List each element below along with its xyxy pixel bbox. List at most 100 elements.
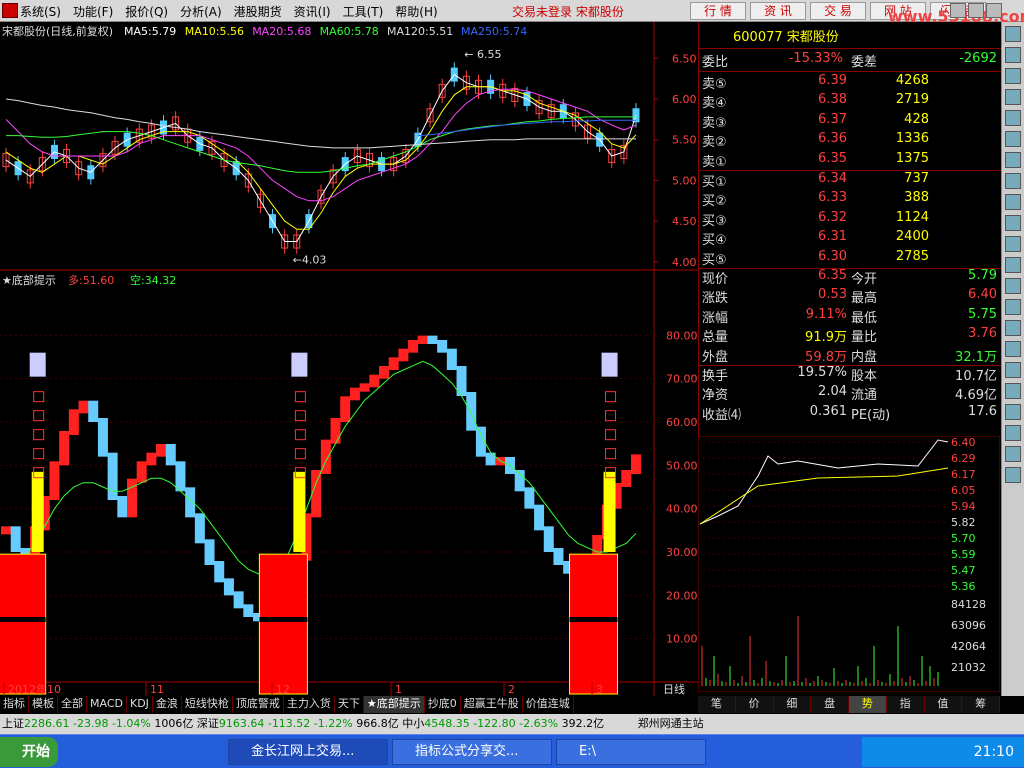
signal-yellow-bar — [603, 471, 616, 552]
tool-icon[interactable] — [1005, 425, 1021, 441]
right-panel-tabs: 笔价细盘势指值筹 — [698, 696, 1000, 713]
tool-icon[interactable] — [1005, 194, 1021, 210]
indicator-tab[interactable]: 短线快枪 — [182, 696, 233, 713]
right-tab[interactable]: 细 — [774, 696, 812, 713]
duo-bar — [78, 400, 89, 414]
menu-item[interactable]: 资讯(I) — [294, 3, 331, 20]
period-label: 日线 — [663, 682, 685, 696]
tool-icon[interactable] — [1005, 110, 1021, 126]
index-value: 2286.61 — [24, 717, 73, 730]
tool-icon[interactable] — [1005, 467, 1021, 483]
sell-vol: 1375 — [895, 150, 929, 166]
menu-item[interactable]: 工具(T) — [343, 3, 384, 20]
tool-icon[interactable] — [1005, 383, 1021, 399]
task-explorer[interactable]: E:\ — [556, 739, 706, 765]
price-y-tick-label: 6.00 — [672, 93, 697, 106]
menu-item[interactable]: 系统(S) — [20, 3, 61, 20]
tool-icon[interactable] — [1005, 362, 1021, 378]
buy-label: 买⑤ — [702, 252, 727, 268]
indicator-tab[interactable]: 金浪 — [153, 696, 182, 713]
tool-icon[interactable] — [1005, 47, 1021, 63]
menu-item[interactable]: 报价(Q) — [125, 3, 168, 20]
stat-label: 内盘 — [851, 349, 878, 365]
duo-bar — [311, 470, 322, 518]
tool-sidebar — [1001, 22, 1024, 696]
indicator-tab[interactable]: 模板 — [29, 696, 58, 713]
indicator-tab[interactable]: MACD — [87, 696, 127, 713]
tool-icon[interactable] — [1005, 446, 1021, 462]
app-logo-icon — [2, 3, 18, 18]
tool-icon[interactable] — [1005, 299, 1021, 315]
tool-icon[interactable] — [1005, 236, 1021, 252]
maximize-icon[interactable] — [968, 3, 984, 18]
mode-tab[interactable]: 资 讯 — [750, 2, 806, 20]
indicator-tab[interactable]: 指标 — [0, 696, 29, 713]
right-tab[interactable]: 盘 — [811, 696, 849, 713]
indicator-tab[interactable]: 超赢王牛股 — [461, 696, 523, 713]
tool-icon[interactable] — [1005, 215, 1021, 231]
duo-bar — [534, 504, 545, 531]
tool-icon[interactable] — [1005, 89, 1021, 105]
minimize-icon[interactable] — [950, 3, 966, 18]
ind-y-tick-label: 80.00 — [666, 329, 698, 342]
right-tab[interactable]: 值 — [925, 696, 963, 713]
stat-value: 6.40 — [968, 287, 997, 303]
indicator-tab[interactable]: 全部 — [58, 696, 87, 713]
right-tab[interactable]: 势 — [849, 696, 887, 713]
tool-icon[interactable] — [1005, 131, 1021, 147]
mode-tab[interactable]: 交 易 — [810, 2, 866, 20]
right-tab[interactable]: 指 — [887, 696, 925, 713]
kline-chart-area[interactable]: 4.00 4.50 5.00 5.50 6.00 6.50 10.00 20.00 30.00 4… — [0, 22, 698, 696]
duo-bar — [68, 409, 79, 435]
right-tab[interactable]: 笔 — [698, 696, 736, 713]
tool-icon[interactable] — [1005, 152, 1021, 168]
menu-item[interactable]: 港股期货 — [234, 3, 282, 20]
tool-icon[interactable] — [1005, 173, 1021, 189]
stat-label: 最低 — [851, 310, 878, 326]
task-formula[interactable]: 指标公式分享交... — [392, 739, 552, 765]
close-icon[interactable] — [986, 3, 1002, 18]
duo-bar — [107, 452, 118, 500]
indicator-tab[interactable]: 价值连城 — [523, 696, 574, 713]
stat-row: 涨幅 9.11% 最低 5.75 — [699, 307, 1001, 326]
tool-icon[interactable] — [1005, 278, 1021, 294]
indicator-tab[interactable]: 天下 — [335, 696, 364, 713]
tool-icon[interactable] — [1005, 26, 1021, 42]
sell-row: 卖④ 6.38 2719 — [699, 92, 1001, 111]
tool-icon[interactable] — [1005, 341, 1021, 357]
x-tick-label: 12 — [276, 683, 290, 696]
duo-bar — [621, 470, 632, 487]
signal-stripe — [259, 617, 308, 622]
task-trade[interactable]: 金长江网上交易... — [228, 739, 388, 765]
indicator-tab[interactable]: KDJ — [127, 696, 153, 713]
menu-item[interactable]: 帮助(H) — [395, 3, 437, 20]
ind-y-tick-label: 40.00 — [666, 503, 698, 516]
mini-y-label: 5.94 — [951, 500, 976, 513]
right-tab[interactable]: 筹 — [962, 696, 1000, 713]
indicator-tab[interactable]: 抄底0 — [425, 696, 461, 713]
windows-taskbar: 开始 金长江网上交易... 指标公式分享交... E:\ 21:10 — [0, 734, 1024, 768]
tool-icon[interactable] — [1005, 68, 1021, 84]
trade-status: 交易未登录 宋都股份 — [512, 5, 624, 19]
mode-tab[interactable]: 行 情 — [690, 2, 746, 20]
tool-icon[interactable] — [1005, 257, 1021, 273]
indicator-value: 多:51.60 — [68, 273, 114, 287]
mini-vol-label: 63096 — [951, 619, 986, 632]
start-button[interactable]: 开始 — [0, 737, 58, 767]
indicator-tab[interactable]: 主力入货 — [284, 696, 335, 713]
right-tab[interactable]: 价 — [736, 696, 774, 713]
buy-price: 6.32 — [818, 209, 847, 225]
indicator-tab[interactable]: ★底部提示 — [363, 696, 425, 713]
tool-icon[interactable] — [1005, 404, 1021, 420]
duo-bar — [437, 340, 448, 353]
menu-item[interactable]: 分析(A) — [180, 3, 222, 20]
indicator-tab[interactable]: 顶底警戒 — [233, 696, 284, 713]
tool-icon[interactable] — [1005, 320, 1021, 336]
sell-vol: 1336 — [895, 131, 929, 147]
x-tick-label: 3 — [596, 683, 603, 696]
menu-item[interactable]: 功能(F) — [73, 3, 113, 20]
stat-row: 涨跌 0.53 最高 6.40 — [699, 287, 1001, 306]
stat2-row: 净资 2.04 流通 4.69亿 — [699, 384, 1001, 403]
stat-value: 6.35 — [818, 268, 847, 283]
stat-label: 总量 — [702, 330, 729, 346]
